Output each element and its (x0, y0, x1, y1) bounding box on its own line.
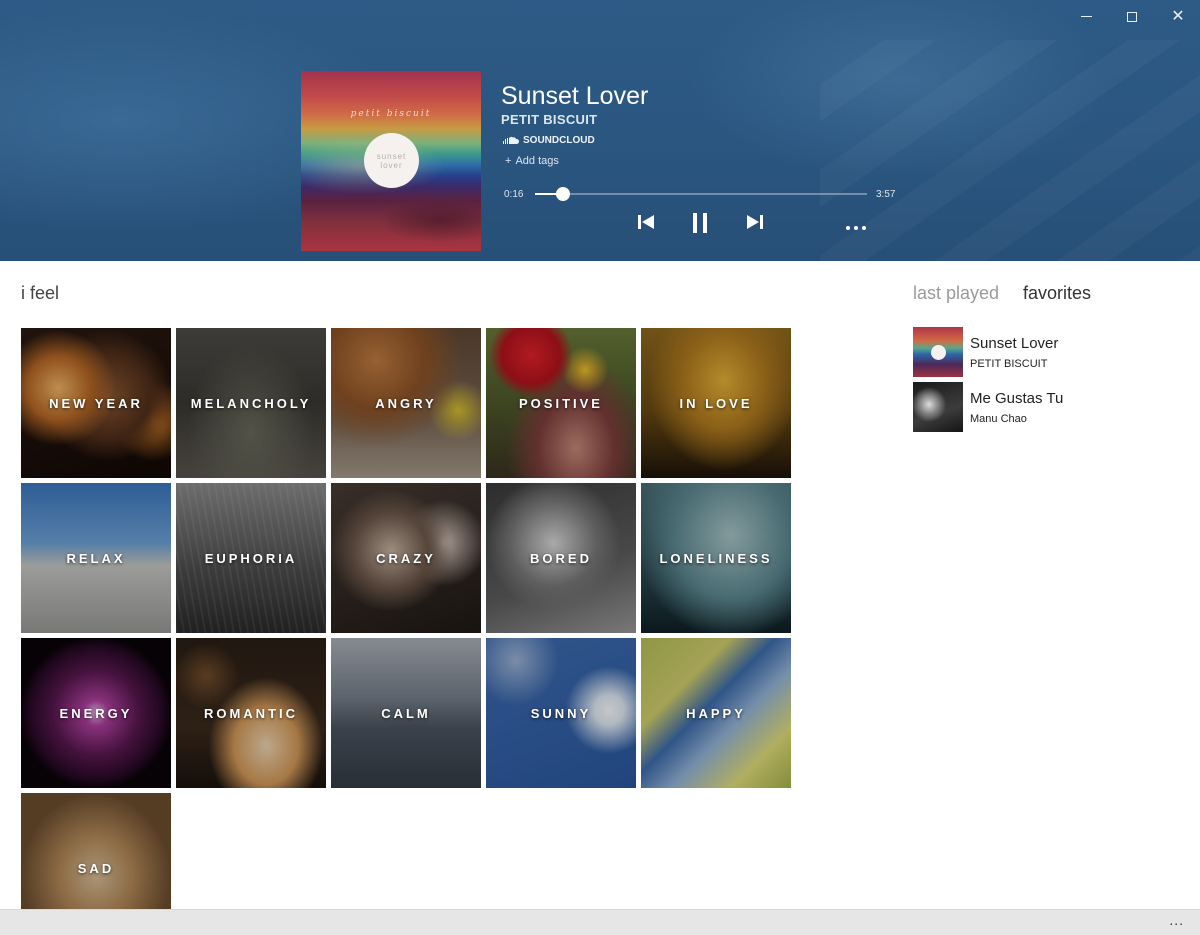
section-title: i feel (21, 283, 60, 303)
minimize-icon (1080, 16, 1092, 18)
add-tags-button[interactable]: + Add tags (505, 155, 559, 167)
tab-last-played[interactable]: last played (913, 283, 999, 304)
minimize-button[interactable] (1063, 6, 1109, 28)
list-item-title: Me Gustas Tu (970, 390, 1064, 407)
mood-label: CRAZY (376, 550, 436, 566)
previous-button[interactable] (637, 212, 655, 237)
list-item[interactable]: Me Gustas Tu Manu Chao (913, 382, 1173, 432)
list-item-title: Sunset Lover (970, 335, 1059, 352)
mood-tile-crazy[interactable]: CRAZY (331, 483, 481, 633)
mood-tile-in-love[interactable]: IN LOVE (641, 328, 791, 478)
mood-tile-romantic[interactable]: ROMANTIC (176, 638, 326, 788)
mood-tile-calm[interactable]: CALM (331, 638, 481, 788)
mood-label: HAPPY (686, 705, 746, 721)
pause-button[interactable] (691, 212, 709, 239)
mood-label: ENERGY (59, 705, 133, 721)
pause-icon (693, 213, 707, 233)
mood-label: ANGRY (375, 395, 437, 411)
album-art-script: petit biscuit (350, 109, 432, 119)
more-icon (846, 226, 866, 230)
soundcloud-icon (503, 136, 519, 145)
mood-label: SAD (77, 860, 115, 876)
mood-label: LONELINESS (659, 550, 773, 566)
list-item[interactable]: Sunset Lover PETIT BISCUIT (913, 327, 1173, 377)
now-playing-header: ✕ petit biscuit sunset lover Sunset Love… (0, 0, 1200, 261)
tab-favorites[interactable]: favorites (1023, 283, 1091, 304)
mood-tile-happy[interactable]: HAPPY (641, 638, 791, 788)
mood-tile-sunny[interactable]: SUNNY (486, 638, 636, 788)
mood-tile-positive[interactable]: POSITIVE (486, 328, 636, 478)
close-icon: ✕ (1171, 8, 1185, 25)
skip-previous-icon (638, 215, 654, 229)
mood-tile-new-year[interactable]: NEW YEAR (21, 328, 171, 478)
progress-slider[interactable] (535, 187, 867, 201)
mood-label: ROMANTIC (203, 705, 299, 721)
mood-tile-loneliness[interactable]: LONELINESS (641, 483, 791, 633)
album-art-circle: sunset lover (364, 133, 419, 188)
progress-thumb[interactable] (556, 187, 571, 201)
total-time: 3:57 (876, 189, 896, 200)
mood-label: NEW YEAR (49, 395, 143, 411)
mood-tile-angry[interactable]: ANGRY (331, 328, 481, 478)
skip-next-icon (747, 215, 763, 229)
mood-label: BORED (530, 550, 592, 566)
mood-tile-energy[interactable]: ENERGY (21, 638, 171, 788)
more-options-button[interactable] (845, 218, 867, 236)
maximize-button[interactable] (1109, 6, 1155, 28)
album-art[interactable]: petit biscuit sunset lover (301, 71, 481, 251)
track-thumbnail (913, 327, 963, 377)
mood-label: CALM (381, 705, 431, 721)
mood-tile-bored[interactable]: BORED (486, 483, 636, 633)
track-source-label: SOUNDCLOUD (523, 135, 595, 146)
plus-icon: + (505, 155, 512, 167)
next-button[interactable] (746, 212, 764, 237)
mood-label: MELANCHOLY (190, 395, 312, 411)
track-artist[interactable]: PETIT BISCUIT (501, 112, 597, 127)
mood-label: POSITIVE (519, 395, 603, 411)
app-bar-more-button[interactable]: ... (1169, 912, 1184, 928)
mood-tile-melancholy[interactable]: MELANCHOLY (176, 328, 326, 478)
track-title: Sunset Lover (501, 82, 649, 110)
track-thumbnail (913, 382, 963, 432)
mood-tile-euphoria[interactable]: EUPHORIA (176, 483, 326, 633)
mood-tile-sad[interactable]: SAD (21, 793, 171, 909)
mood-label: RELAX (66, 550, 126, 566)
mood-tile-relax[interactable]: RELAX (21, 483, 171, 633)
add-tags-label: Add tags (515, 155, 559, 167)
mood-label: IN LOVE (679, 395, 753, 411)
maximize-icon (1127, 11, 1137, 22)
list-item-artist: PETIT BISCUIT (970, 358, 1048, 370)
bottom-app-bar: ... (0, 909, 1200, 935)
elapsed-time: 0:16 (504, 189, 524, 200)
mood-label: SUNNY (530, 705, 592, 721)
mood-label: EUPHORIA (204, 550, 298, 566)
close-button[interactable]: ✕ (1155, 6, 1200, 28)
track-source[interactable]: SOUNDCLOUD (503, 135, 595, 146)
list-item-artist: Manu Chao (970, 413, 1027, 425)
mood-grid: NEW YEAR MELANCHOLY ANGRY POSITIVE IN LO… (21, 328, 793, 909)
